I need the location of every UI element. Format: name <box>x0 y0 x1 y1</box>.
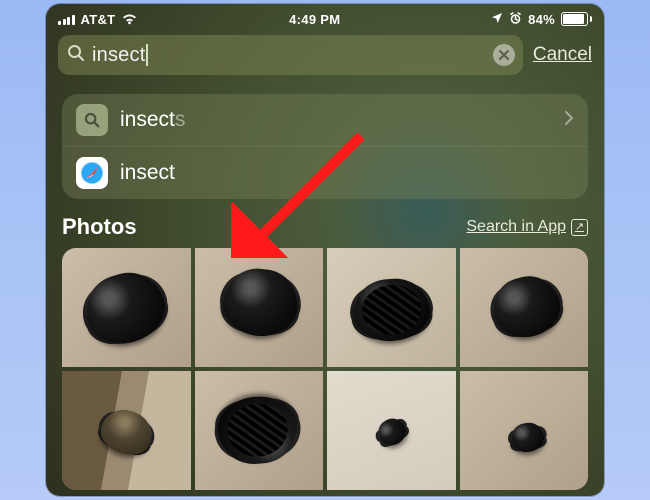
suggestion-row-safari-insect[interactable]: insect <box>62 146 588 199</box>
chevron-right-icon <box>564 110 574 131</box>
clear-search-button[interactable] <box>493 44 515 66</box>
search-input[interactable]: insect <box>58 35 523 75</box>
search-icon <box>66 43 86 68</box>
safari-icon <box>76 157 108 189</box>
external-link-icon: ↗ <box>571 219 588 236</box>
cell-signal-icon <box>58 13 75 25</box>
search-in-app-label: Search in App <box>466 218 566 236</box>
suggestion-row-insects[interactable]: insects <box>62 94 588 146</box>
photos-section-title: Photos <box>62 214 137 240</box>
photo-thumbnail[interactable] <box>327 371 456 490</box>
photo-thumbnail[interactable] <box>195 248 324 367</box>
clock-label: 4:49 PM <box>289 12 340 27</box>
suggestion-label: insect <box>120 161 175 185</box>
photo-thumbnail[interactable] <box>327 248 456 367</box>
battery-icon <box>561 12 592 26</box>
suggestions-card: insects insect <box>62 94 588 199</box>
search-in-app-link[interactable]: Search in App ↗ <box>466 218 588 236</box>
battery-pct-label: 84% <box>528 12 555 27</box>
wifi-icon <box>121 13 138 25</box>
photo-thumbnail[interactable] <box>62 248 191 367</box>
photo-thumbnail[interactable] <box>195 371 324 490</box>
text-caret <box>146 44 148 66</box>
ios-spotlight-screen: AT&T 4:49 PM 84% insect <box>46 4 604 496</box>
search-query-text: insect <box>92 44 145 67</box>
suggestion-label: insects <box>120 108 185 132</box>
cancel-button[interactable]: Cancel <box>533 44 592 66</box>
status-bar: AT&T 4:49 PM 84% <box>46 8 604 30</box>
alarm-icon <box>509 12 522 27</box>
photo-thumbnail[interactable] <box>62 371 191 490</box>
photo-thumbnail[interactable] <box>460 371 589 490</box>
photo-thumbnail[interactable] <box>460 248 589 367</box>
carrier-label: AT&T <box>81 12 116 27</box>
location-icon <box>491 12 503 27</box>
photos-grid <box>62 248 588 490</box>
search-icon <box>76 104 108 136</box>
